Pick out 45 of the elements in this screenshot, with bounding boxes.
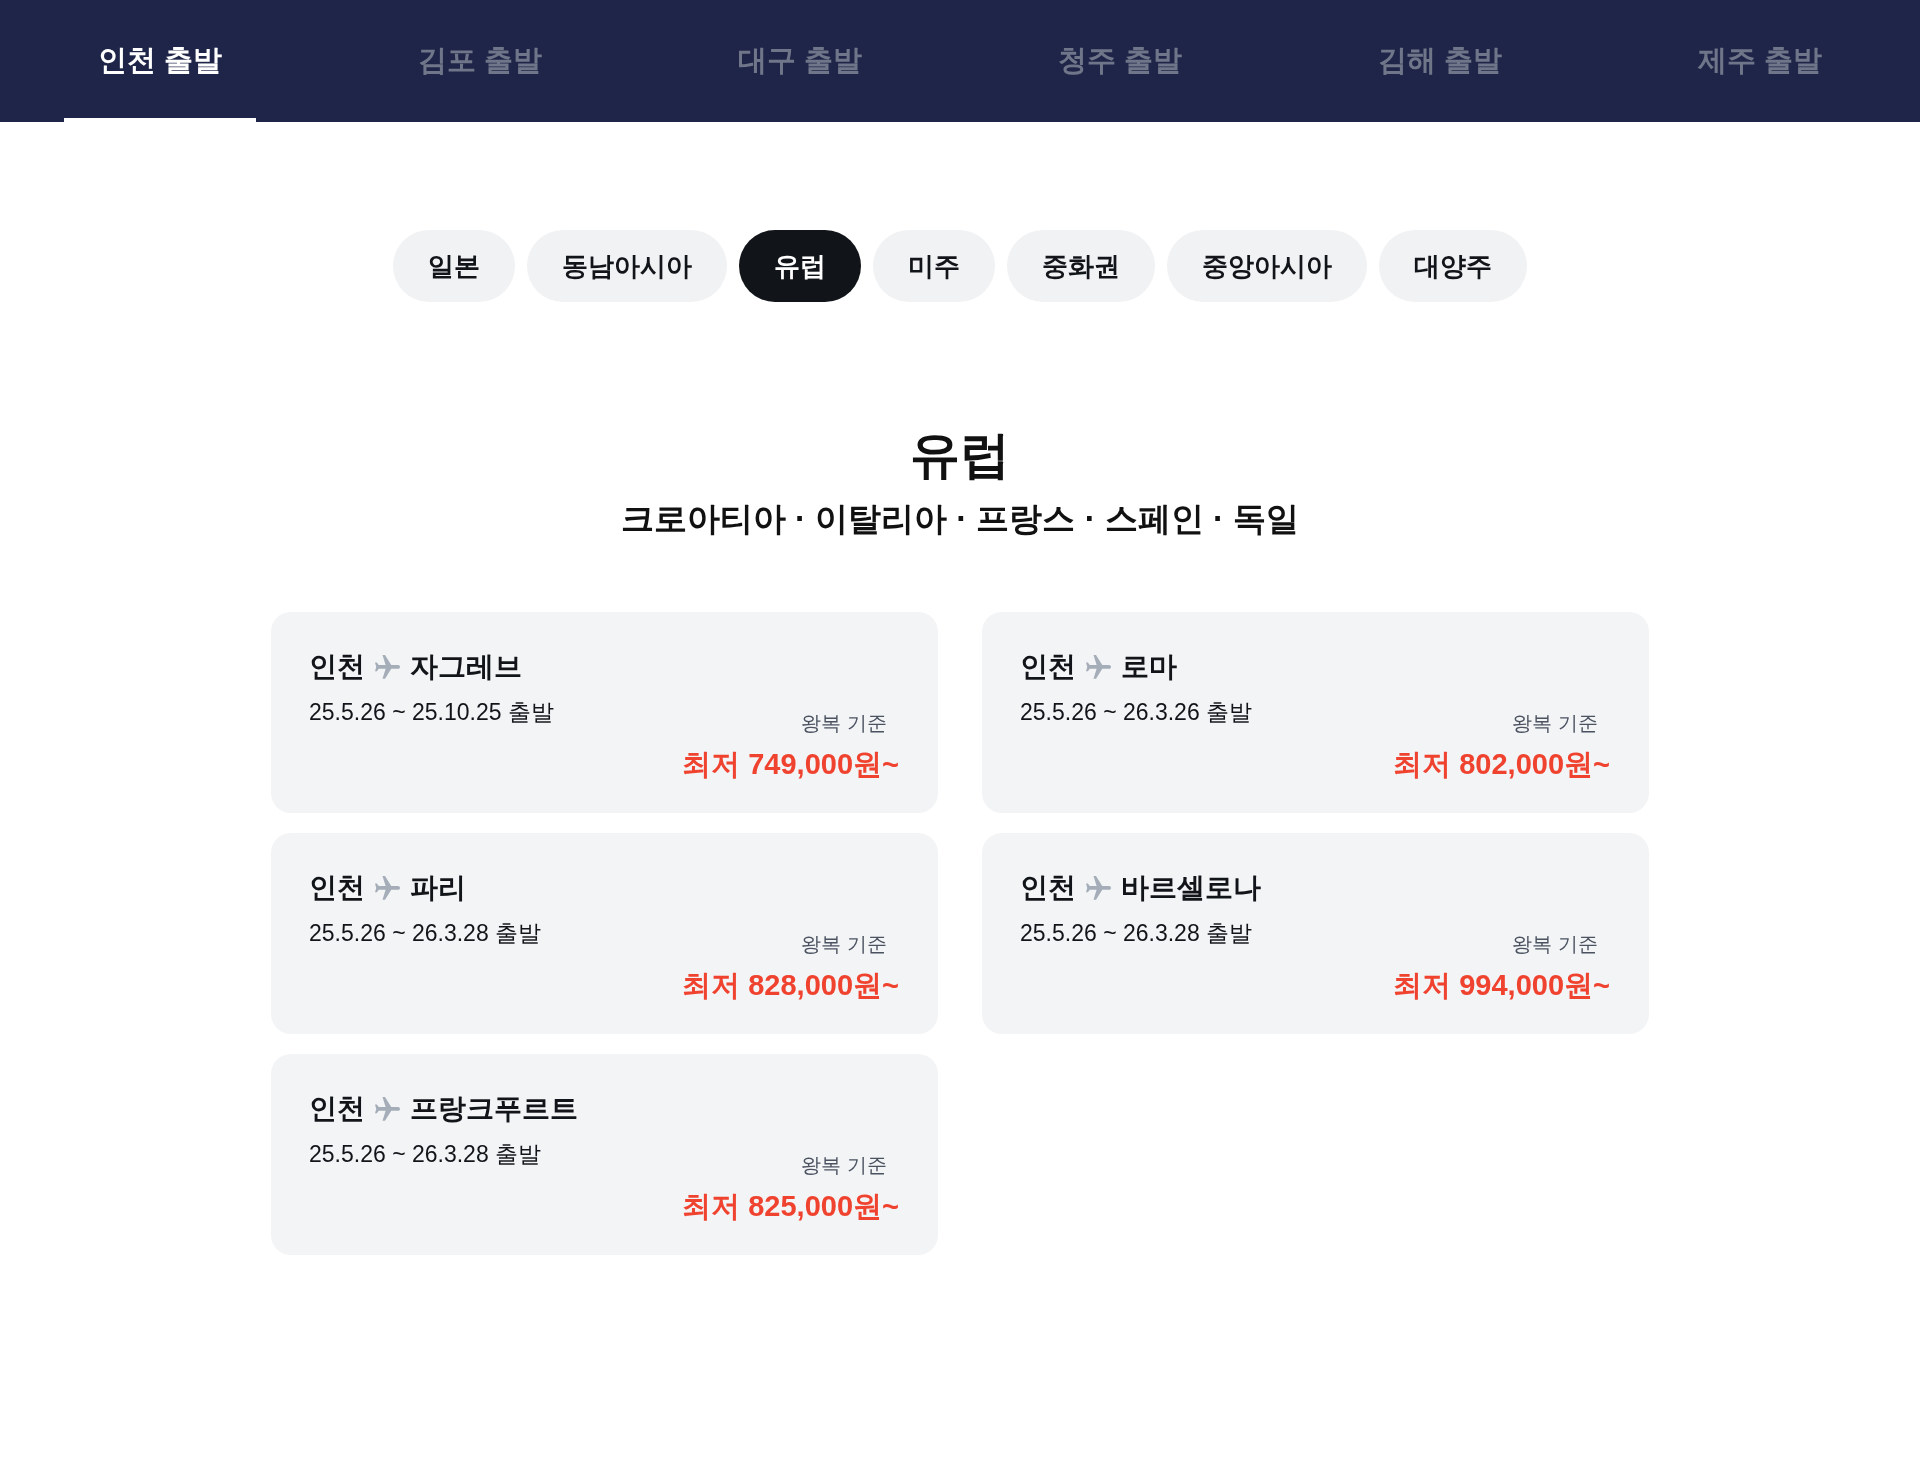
fare-basis-label: 왕복 기준: [801, 711, 887, 736]
region-filter-chip[interactable]: 대양주: [1379, 230, 1527, 302]
fare-basis-label: 왕복 기준: [801, 1153, 887, 1178]
fare-card[interactable]: 인천 자그레브 25.5.26 ~ 25.10.25 출발 왕복 기준 최저 749,000원~: [271, 612, 938, 813]
section-title: 유럽: [910, 426, 1010, 485]
fare-card[interactable]: 인천 파리 25.5.26 ~ 26.3.28 출발 왕복 기준 최저 828,000원~: [271, 833, 938, 1034]
departure-dates: 25.5.26 ~ 26.3.28 출발: [309, 1140, 542, 1169]
airplane-icon: [375, 654, 400, 680]
airplane-icon: [1086, 875, 1111, 901]
airplane-icon: [375, 1096, 400, 1122]
departure-dates: 25.5.26 ~ 26.3.28 출발: [1020, 919, 1253, 948]
destination-city: 자그레브: [410, 650, 522, 684]
lowest-price: 최저 749,000원~: [682, 747, 899, 782]
region-filter-chip[interactable]: 미주: [873, 230, 995, 302]
departure-dates: 25.5.26 ~ 25.10.25 출발: [309, 698, 554, 727]
destination-city: 로마: [1121, 650, 1177, 684]
region-filter-chip[interactable]: 동남아시아: [527, 230, 727, 302]
destination-city: 파리: [410, 871, 466, 905]
section-subtitle: 크로아티아 · 이탈리아 · 프랑스 · 스페인 · 독일: [620, 499, 1300, 539]
origin-city: 인천: [309, 871, 365, 905]
airplane-icon: [375, 875, 400, 901]
fare-card[interactable]: 인천 프랑크푸르트 25.5.26 ~ 26.3.28 출발 왕복 기준 최저 825,000원~: [271, 1054, 938, 1255]
departure-dates: 25.5.26 ~ 26.3.28 출발: [309, 919, 542, 948]
lowest-price: 최저 802,000원~: [1393, 747, 1610, 782]
origin-city: 인천: [1020, 871, 1076, 905]
airplane-icon: [1086, 654, 1111, 680]
departure-tab[interactable]: 인천 출발: [63, 0, 257, 122]
fare-card[interactable]: 인천 바르셀로나 25.5.26 ~ 26.3.28 출발 왕복 기준 최저 994,000원~: [982, 833, 1649, 1034]
origin-city: 인천: [309, 1092, 365, 1126]
fare-basis-label: 왕복 기준: [1512, 711, 1598, 736]
region-filter-chip[interactable]: 일본: [393, 230, 515, 302]
region-filter-chip[interactable]: 유럽: [739, 230, 861, 302]
origin-city: 인천: [309, 650, 365, 684]
destination-city: 바르셀로나: [1121, 871, 1261, 905]
lowest-price: 최저 825,000원~: [682, 1189, 899, 1224]
region-filter-chip[interactable]: 중화권: [1007, 230, 1155, 302]
fare-card[interactable]: 인천 로마 25.5.26 ~ 26.3.26 출발 왕복 기준 최저 802,000원~: [982, 612, 1649, 813]
origin-city: 인천: [1020, 650, 1076, 684]
destination-city: 프랑크푸르트: [410, 1092, 578, 1126]
fare-basis-label: 왕복 기준: [1512, 932, 1598, 957]
lowest-price: 최저 994,000원~: [1393, 968, 1610, 1003]
region-filter-chip[interactable]: 중앙아시아: [1167, 230, 1367, 302]
departure-dates: 25.5.26 ~ 26.3.26 출발: [1020, 698, 1253, 727]
lowest-price: 최저 828,000원~: [682, 968, 899, 1003]
fare-basis-label: 왕복 기준: [801, 932, 887, 957]
